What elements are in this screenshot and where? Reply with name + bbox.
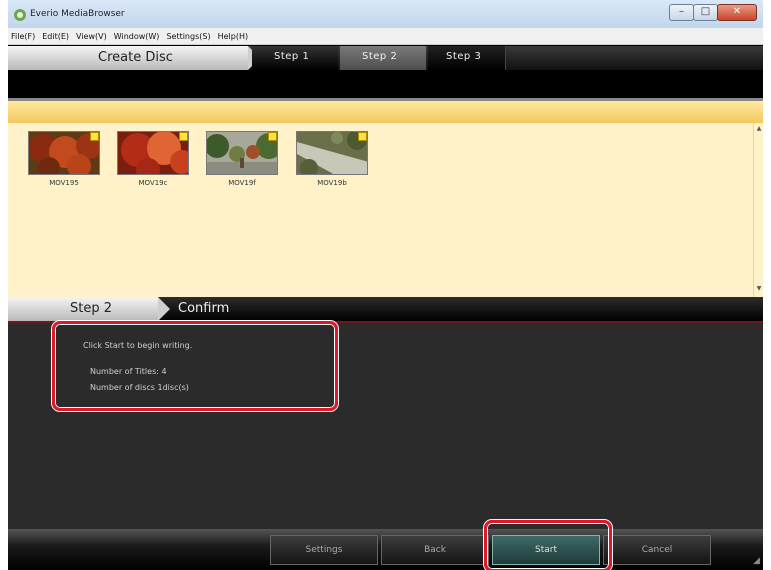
cancel-button-label: Cancel (641, 545, 673, 555)
selected-badge-icon (268, 132, 277, 141)
window-controls: – □ ✕ (669, 4, 757, 21)
confirm-message: Click Start to begin writing. (83, 341, 193, 350)
step-1-label: Step 1 (274, 51, 310, 62)
resize-grip-icon[interactable]: ◢ (753, 556, 760, 566)
menu-edit[interactable]: Edit(E) (42, 32, 69, 41)
step-bar: Create Disc Step 1 Step 2 Step 3 (8, 46, 763, 70)
thumbnail-label: MOV19b (317, 179, 347, 187)
thumbnail-label: MOV195 (49, 179, 79, 187)
thumbnail-item[interactable] (296, 131, 368, 175)
close-button[interactable]: ✕ (717, 4, 757, 21)
settings-button[interactable]: Settings (270, 535, 378, 565)
app-icon (14, 9, 26, 21)
app-window: Everio MediaBrowser – □ ✕ File(F) Edit(E… (8, 0, 763, 570)
thumbnail-item[interactable] (117, 131, 189, 175)
toolbar-band (8, 70, 763, 98)
selected-badge-icon (358, 132, 367, 141)
back-button-label: Back (424, 545, 446, 555)
step-1-tab: Step 1 (252, 46, 338, 70)
confirm-step-label: Step 2 (70, 301, 113, 316)
menu-bar: File(F) Edit(E) View(V) Window(W) Settin… (8, 28, 763, 45)
step-2-tab: Step 2 (340, 46, 426, 70)
back-button[interactable]: Back (381, 535, 489, 565)
menu-view[interactable]: View(V) (76, 32, 107, 41)
create-disc-title: Create Disc (8, 46, 260, 70)
maximize-icon: □ (700, 6, 711, 17)
create-disc-label: Create Disc (98, 50, 173, 65)
selected-badge-icon (179, 132, 188, 141)
scroll-up-icon[interactable]: ▲ (754, 125, 764, 132)
menu-window[interactable]: Window(W) (114, 32, 160, 41)
thumbnail-item[interactable] (206, 131, 278, 175)
discs-count: Number of discs 1disc(s) (90, 383, 189, 392)
maximize-button[interactable]: □ (693, 4, 718, 21)
confirm-header: Step 2 Confirm (8, 297, 763, 321)
step-3-label: Step 3 (446, 51, 482, 62)
thumbnail-label: MOV19f (228, 179, 256, 187)
confirm-title: Confirm (178, 301, 230, 316)
close-icon: ✕ (732, 6, 742, 17)
window-title: Everio MediaBrowser (30, 9, 125, 19)
thumbnail-header (8, 101, 763, 123)
confirm-info-highlight (52, 321, 338, 411)
scroll-down-icon[interactable]: ▼ (754, 285, 764, 292)
step-2-label: Step 2 (362, 51, 398, 62)
minimize-button[interactable]: – (669, 4, 694, 21)
menu-help[interactable]: Help(H) (218, 32, 249, 41)
step-3-tab: Step 3 (428, 46, 506, 70)
start-button-highlight (484, 520, 612, 570)
cancel-button[interactable]: Cancel (603, 535, 711, 565)
selected-badge-icon (90, 132, 99, 141)
title-bar[interactable]: Everio MediaBrowser – □ ✕ (8, 0, 763, 28)
thumbnail-scrollbar[interactable]: ▲ ▼ (753, 123, 763, 297)
thumbnail-item[interactable] (28, 131, 100, 175)
thumbnail-label: MOV19c (138, 179, 168, 187)
menu-file[interactable]: File(F) (11, 32, 35, 41)
titles-count: Number of Titles: 4 (90, 367, 167, 376)
confirm-step-tab: Step 2 (8, 297, 170, 321)
minimize-icon: – (679, 6, 684, 17)
menu-settings[interactable]: Settings(S) (166, 32, 210, 41)
settings-button-label: Settings (305, 545, 343, 555)
